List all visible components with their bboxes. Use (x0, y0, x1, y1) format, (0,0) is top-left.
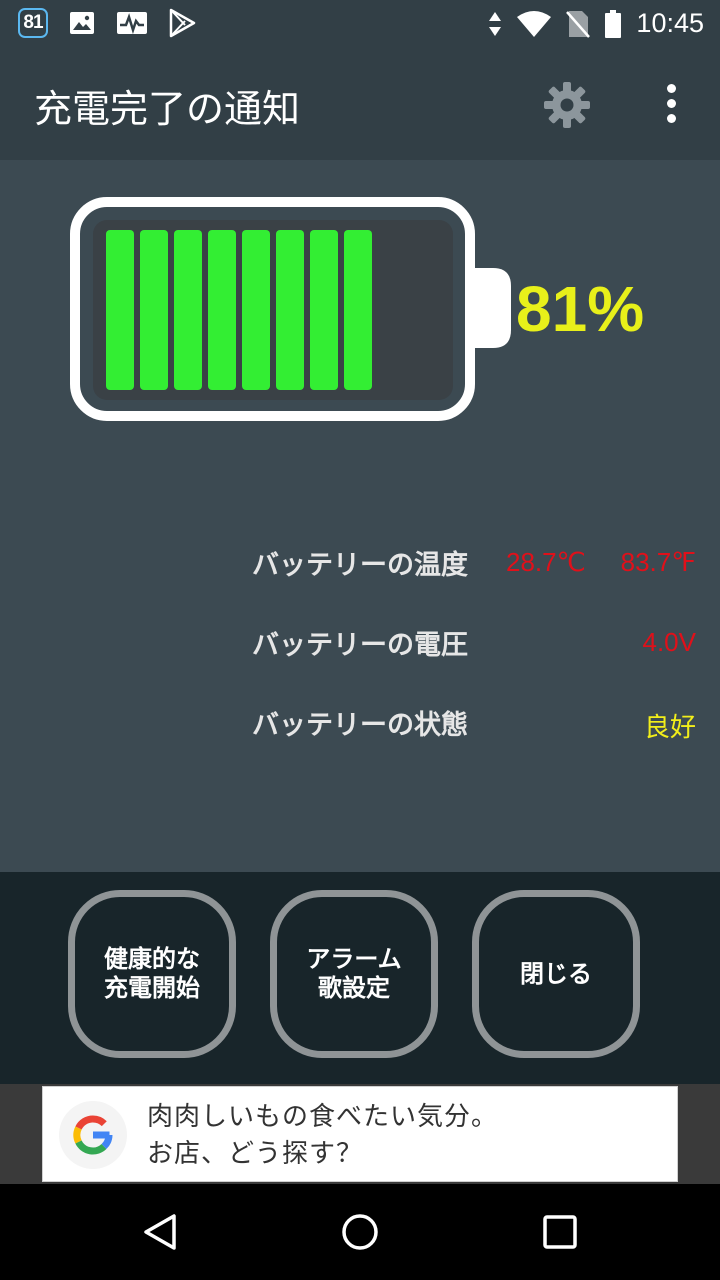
voltage-value: 4.0V (642, 627, 697, 657)
play-store-icon (169, 8, 196, 38)
back-icon[interactable] (140, 1212, 180, 1252)
battery-cell (310, 230, 338, 390)
health-value: 良好 (643, 712, 696, 742)
temperature-fahrenheit: 83.7℉ (620, 547, 696, 577)
temperature-row: バッテリーの温度 28.7℃ 83.7℉ (252, 543, 696, 583)
battery-icon (605, 9, 622, 38)
battery-cell (242, 230, 270, 390)
image-icon (70, 12, 94, 34)
battery-cell (276, 230, 304, 390)
close-button[interactable]: 閉じる (472, 890, 640, 1058)
home-icon[interactable] (340, 1212, 380, 1252)
temperature-label: バッテリーの温度 (252, 550, 468, 581)
notification-badge: 81 (18, 8, 48, 38)
battery-cell (208, 230, 236, 390)
page-title: 充電完了の通知 (34, 87, 301, 131)
status-bar: 81 10:45 (0, 0, 720, 50)
battery-panel: 81% バッテリーの温度 28.7℃ 83.7℉ バッテリーの電圧 4.0V バ… (0, 160, 720, 872)
health-row: バッテリーの状態 良好 (252, 703, 696, 743)
healthy-charge-button[interactable]: 健康的な 充電開始 (68, 890, 236, 1058)
voltage-row: バッテリーの電圧 4.0V (252, 623, 696, 663)
clock: 10:45 (636, 8, 704, 38)
battery-cell (106, 230, 134, 390)
app-bar: 充電完了の通知 (0, 50, 720, 160)
more-vert-icon[interactable] (656, 84, 686, 124)
alarm-song-settings-button[interactable]: アラーム 歌設定 (270, 890, 438, 1058)
battery-cell (344, 230, 372, 390)
health-label: バッテリーの状態 (252, 710, 468, 741)
battery-gauge (70, 197, 511, 421)
data-arrows-icon (489, 11, 502, 36)
action-bar: 健康的な 充電開始 アラーム 歌設定 閉じる (0, 872, 720, 1084)
recents-icon[interactable] (542, 1214, 578, 1250)
ad-card[interactable]: 肉肉しいもの食べたい気分。 お店、どう探す？ (42, 1086, 678, 1182)
battery-percent: 81% (516, 273, 645, 345)
gear-icon[interactable] (542, 80, 592, 130)
ad-banner: 肉肉しいもの食べたい気分。 お店、どう探す？ (0, 1084, 720, 1184)
pulse-icon (117, 12, 147, 35)
battery-cell (174, 230, 202, 390)
battery-cell (140, 230, 168, 390)
wifi-icon (517, 10, 552, 37)
google-g-icon (59, 1101, 127, 1169)
no-sim-icon (566, 10, 591, 38)
ad-text: 肉肉しいもの食べたい気分。 お店、どう探す？ (147, 1102, 499, 1169)
navigation-bar (0, 1184, 720, 1280)
voltage-label: バッテリーの電圧 (252, 630, 468, 661)
temperature-celsius: 28.7℃ (506, 547, 586, 577)
